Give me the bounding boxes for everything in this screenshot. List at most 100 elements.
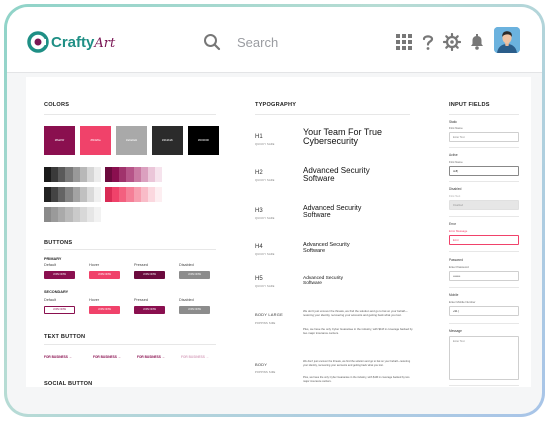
search-input[interactable]: Search — [237, 35, 278, 50]
primary-pressed-button[interactable]: JOIN NOW — [134, 271, 165, 279]
buttons-divider — [44, 249, 216, 250]
color-swatch-gray[interactable]: #a9a9a9 — [116, 126, 147, 155]
typography-divider — [255, 114, 410, 115]
buttons-title: BUTTONS — [44, 240, 73, 246]
state-default-label-2: Default — [44, 298, 57, 302]
app-window: CraftyArt Search COLORS #8a0f4f #f0426a … — [7, 7, 542, 414]
tint-row-gray-2 — [44, 187, 101, 202]
logo-accent-text: Art — [94, 35, 116, 51]
state-default-label: Default — [44, 263, 57, 267]
colors-divider — [44, 114, 216, 115]
help-icon[interactable] — [419, 33, 437, 51]
h1-tag: H1 — [255, 134, 263, 140]
top-header: CraftyArt Search — [7, 7, 542, 73]
static-input[interactable]: Enter Text — [449, 132, 519, 142]
color-swatch-charcoal[interactable]: #2b2b2b — [152, 126, 183, 155]
disabled-state-label: Disabled — [449, 187, 462, 191]
body-large-font: POPPINS SIZE — [255, 322, 276, 325]
tint-row-pink — [105, 187, 162, 202]
static-field-caption: First Name — [449, 126, 463, 130]
body-tag: BODY — [255, 362, 268, 367]
logo-mark-icon — [27, 31, 49, 53]
h2-font: QUICKY SAFE — [255, 179, 275, 182]
color-swatch-pink[interactable]: #f0426a — [80, 126, 111, 155]
disabled-field-caption: First Text — [449, 194, 461, 198]
colors-title: COLORS — [44, 102, 70, 108]
state-hover-label-2: Hover — [89, 298, 100, 302]
primary-label: PRIMARY — [44, 257, 62, 261]
color-swatch-black[interactable]: #000000 — [188, 126, 219, 155]
secondary-hover-button[interactable]: JOIN NOW — [89, 306, 120, 314]
h4-font: QUICKY SAFE — [255, 253, 275, 256]
state-disabled-label: Disabled — [179, 263, 194, 267]
input-fields-title: INPUT FIELDS — [449, 102, 490, 108]
active-input[interactable]: Jeff| — [449, 166, 519, 176]
h3-sample: Advanced Security Software — [303, 205, 362, 220]
password-input[interactable]: •••••••• — [449, 271, 519, 281]
message-label: Message — [449, 329, 462, 333]
primary-default-button[interactable]: JOIN NOW — [44, 271, 75, 279]
h5-tag: H5 — [255, 276, 263, 282]
h2-tag: H2 — [255, 170, 263, 176]
user-avatar[interactable] — [494, 27, 520, 53]
mobile-field-caption: Enter Mobile Number — [449, 300, 476, 304]
password-state-label: Password — [449, 258, 463, 262]
divider-5 — [449, 287, 519, 288]
static-state-label: Static — [449, 120, 457, 124]
body-large-paragraph-1: We don't just uncover the threats, we fi… — [303, 309, 408, 317]
password-field-caption: Enter Password — [449, 265, 469, 269]
style-guide-panel: COLORS #8a0f4f #f0426a #a9a9a9 #2b2b2b #… — [26, 77, 531, 387]
logo-text: CraftyArt — [51, 34, 115, 51]
message-textarea[interactable]: Enter Text — [449, 336, 519, 380]
body-large-tag: BODY LARGE — [255, 312, 283, 317]
mobile-state-label: Mobile — [449, 293, 459, 297]
body-paragraph-1: We don't just uncover the threats, we fi… — [303, 360, 411, 367]
h1-sample: Your Team For True Cybersecurity — [303, 127, 383, 147]
tint-row-maroon — [105, 167, 162, 182]
body-large-paragraph-2: Plus, we have the only Cyber Guarantee i… — [303, 327, 413, 335]
text-button-pressed[interactable]: FOR BUSINESS → — [137, 355, 165, 359]
state-pressed-label-2: Pressed — [134, 298, 148, 302]
primary-disabled-button: JOIN NOW — [179, 271, 210, 279]
divider-7 — [449, 385, 519, 386]
text-button-disabled: FOR BUSINESS → — [181, 355, 209, 359]
logo-main-text: Crafty — [51, 33, 95, 51]
mobile-input[interactable]: +91 | — [449, 306, 519, 316]
divider-2 — [449, 181, 519, 182]
h3-tag: H3 — [255, 208, 263, 214]
h4-sample: Advanced Security Software — [303, 242, 350, 254]
text-button-title: TEXT BUTTON — [44, 334, 86, 340]
search-icon[interactable] — [203, 33, 221, 51]
tint-row-gray-1 — [44, 167, 101, 182]
divider-6 — [449, 323, 519, 324]
logo[interactable]: CraftyArt — [27, 31, 115, 53]
h2-sample: Advanced Security Software — [303, 166, 370, 184]
text-button-hover[interactable]: FOR BUSINESS → — [93, 355, 121, 359]
avatar-image-icon — [494, 27, 520, 53]
color-swatch-maroon[interactable]: #8a0f4f — [44, 126, 75, 155]
error-input[interactable]: Error — [449, 235, 519, 245]
tint-row-gray-3 — [44, 207, 101, 222]
divider-4 — [449, 251, 519, 252]
secondary-disabled-button: JOIN NOW — [179, 306, 210, 314]
divider-1 — [449, 147, 519, 148]
text-button-default[interactable]: FOR BUSINESS → — [44, 355, 72, 359]
error-state-label: Error — [449, 222, 457, 226]
primary-hover-button[interactable]: JOIN NOW — [89, 271, 120, 279]
active-state-label: Active — [449, 153, 458, 157]
body-font: POPPINS SIZE — [255, 371, 276, 374]
secondary-pressed-button[interactable]: JOIN NOW — [134, 306, 165, 314]
h3-font: QUICKY SAFE — [255, 217, 275, 220]
notification-bell-icon[interactable] — [468, 33, 486, 51]
secondary-default-button[interactable]: JOIN NOW — [44, 306, 75, 314]
window-frame: CraftyArt Search COLORS #8a0f4f #f0426a … — [4, 4, 545, 417]
social-button-title: SOCIAL BUTTON — [44, 381, 93, 387]
active-field-caption: First Name — [449, 160, 463, 164]
settings-gear-icon[interactable] — [443, 33, 461, 51]
input-fields-divider — [449, 114, 519, 115]
secondary-label: SECONDARY — [44, 290, 69, 294]
divider-3 — [449, 216, 519, 217]
state-hover-label: Hover — [89, 263, 100, 267]
apps-grid-icon[interactable] — [395, 33, 413, 51]
state-disabled-label-2: Disabled — [179, 298, 194, 302]
